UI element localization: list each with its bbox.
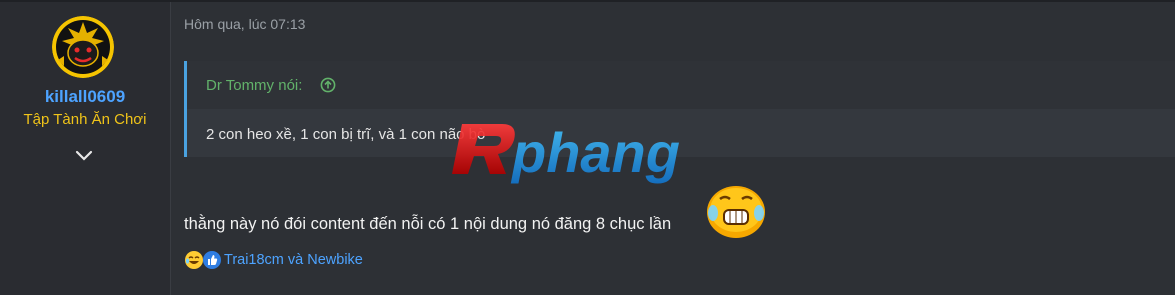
post-message: thằng này nó đói content đến nỗi có 1 nộ… [184,215,672,233]
quote-header: Dr Tommy nói: [187,61,1175,109]
user-title: Tập Tành Ăn Chơi [23,111,147,128]
chevron-down-icon[interactable] [74,148,94,162]
username[interactable]: killall0609 [0,87,170,107]
arrow-up-circle-icon[interactable] [320,77,336,93]
user-info-panel: killall0609 Tập Tành Ăn Chơi [0,2,171,295]
top-divider [0,0,1175,2]
avatar[interactable] [52,16,114,78]
quote-author[interactable]: Dr Tommy nói: [206,77,302,94]
post-timestamp[interactable]: Hôm qua, lúc 07:13 [184,16,305,32]
grinning-sweat-emoji [705,183,767,239]
reactors-list[interactable]: Trai18cm và Newbike [224,252,363,268]
svg-text:phang: phang [510,121,680,184]
like-reaction-icon[interactable] [202,250,222,270]
rphang-watermark-logo: phang [440,110,740,190]
laugh-reaction-icon[interactable] [184,250,204,270]
